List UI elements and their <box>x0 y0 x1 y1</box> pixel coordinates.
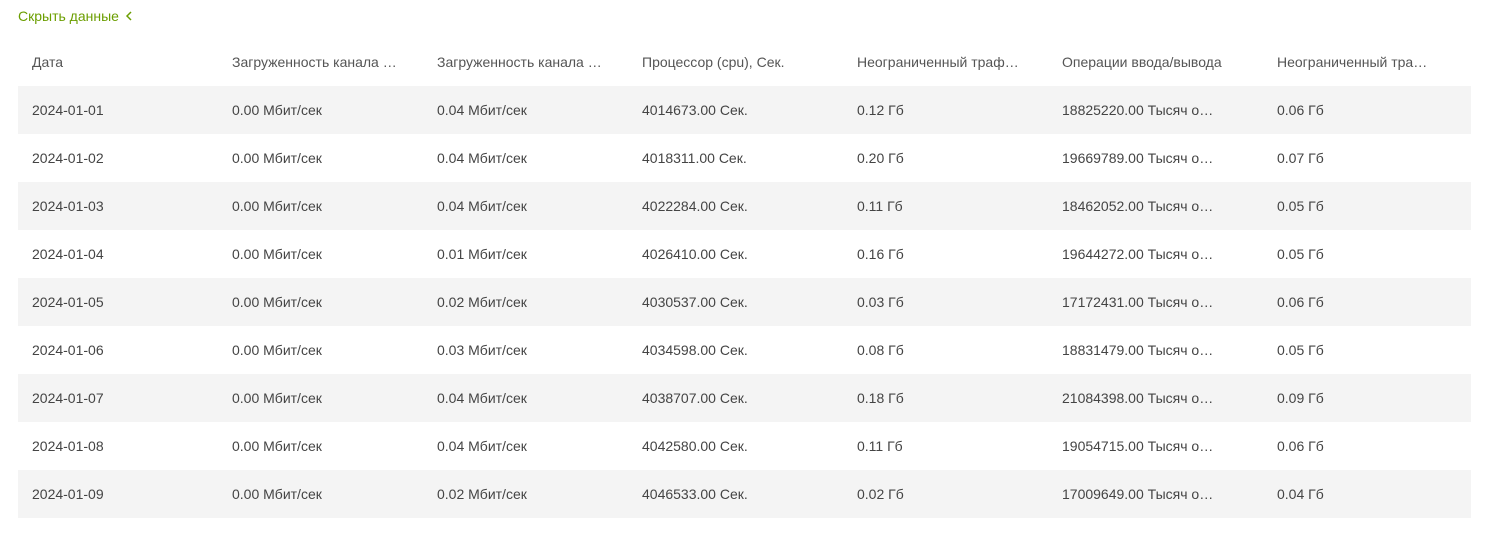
cell-cpu: 4034598.00 Сек. <box>628 326 843 374</box>
table-row: 2024-01-020.00 Мбит/сек0.04 Мбит/сек4018… <box>18 134 1471 182</box>
cell-chan_b: 0.01 Мбит/сек <box>423 230 628 278</box>
cell-chan_a: 0.00 Мбит/сек <box>218 470 423 518</box>
cell-traf_b: 0.05 Гб <box>1263 326 1471 374</box>
cell-io: 19054715.00 Тысяч о… <box>1048 422 1263 470</box>
chevron-left-icon <box>119 8 133 24</box>
table-row: 2024-01-010.00 Мбит/сек0.04 Мбит/сек4014… <box>18 86 1471 134</box>
col-header-cpu[interactable]: Процессор (cpu), Сек. <box>628 38 843 86</box>
cell-traf_a: 0.11 Гб <box>843 422 1048 470</box>
cell-chan_a: 0.00 Мбит/сек <box>218 86 423 134</box>
table-header-row: Дата Загруженность канала … Загруженност… <box>18 38 1471 86</box>
col-header-traf-b[interactable]: Неограниченный тра… <box>1263 38 1471 86</box>
cell-cpu: 4026410.00 Сек. <box>628 230 843 278</box>
cell-cpu: 4038707.00 Сек. <box>628 374 843 422</box>
cell-chan_a: 0.00 Мбит/сек <box>218 134 423 182</box>
cell-traf_b: 0.05 Гб <box>1263 182 1471 230</box>
cell-date: 2024-01-05 <box>18 278 218 326</box>
cell-io: 18831479.00 Тысяч о… <box>1048 326 1263 374</box>
cell-date: 2024-01-07 <box>18 374 218 422</box>
hide-data-toggle[interactable]: Скрыть данные <box>18 8 133 24</box>
cell-traf_a: 0.18 Гб <box>843 374 1048 422</box>
cell-date: 2024-01-04 <box>18 230 218 278</box>
table-row: 2024-01-030.00 Мбит/сек0.04 Мбит/сек4022… <box>18 182 1471 230</box>
cell-chan_a: 0.00 Мбит/сек <box>218 230 423 278</box>
cell-traf_b: 0.06 Гб <box>1263 422 1471 470</box>
cell-traf_a: 0.12 Гб <box>843 86 1048 134</box>
cell-date: 2024-01-09 <box>18 470 218 518</box>
cell-date: 2024-01-03 <box>18 182 218 230</box>
table-row: 2024-01-050.00 Мбит/сек0.02 Мбит/сек4030… <box>18 278 1471 326</box>
table-row: 2024-01-080.00 Мбит/сек0.04 Мбит/сек4042… <box>18 422 1471 470</box>
cell-traf_b: 0.09 Гб <box>1263 374 1471 422</box>
cell-cpu: 4022284.00 Сек. <box>628 182 843 230</box>
cell-date: 2024-01-06 <box>18 326 218 374</box>
cell-chan_b: 0.04 Мбит/сек <box>423 134 628 182</box>
cell-chan_b: 0.04 Мбит/сек <box>423 374 628 422</box>
cell-traf_b: 0.06 Гб <box>1263 86 1471 134</box>
cell-chan_a: 0.00 Мбит/сек <box>218 182 423 230</box>
cell-io: 21084398.00 Тысяч о… <box>1048 374 1263 422</box>
cell-date: 2024-01-08 <box>18 422 218 470</box>
cell-chan_a: 0.00 Мбит/сек <box>218 278 423 326</box>
cell-chan_b: 0.03 Мбит/сек <box>423 326 628 374</box>
cell-io: 17009649.00 Тысяч о… <box>1048 470 1263 518</box>
col-header-traf-a[interactable]: Неограниченный траф… <box>843 38 1048 86</box>
cell-cpu: 4046533.00 Сек. <box>628 470 843 518</box>
cell-date: 2024-01-01 <box>18 86 218 134</box>
cell-chan_a: 0.00 Мбит/сек <box>218 422 423 470</box>
table-row: 2024-01-070.00 Мбит/сек0.04 Мбит/сек4038… <box>18 374 1471 422</box>
cell-chan_b: 0.02 Мбит/сек <box>423 278 628 326</box>
cell-cpu: 4014673.00 Сек. <box>628 86 843 134</box>
stats-table: Дата Загруженность канала … Загруженност… <box>18 38 1471 518</box>
cell-traf_a: 0.02 Гб <box>843 470 1048 518</box>
cell-io: 19644272.00 Тысяч о… <box>1048 230 1263 278</box>
col-header-chan-b[interactable]: Загруженность канала … <box>423 38 628 86</box>
col-header-chan-a[interactable]: Загруженность канала … <box>218 38 423 86</box>
col-header-io[interactable]: Операции ввода/вывода <box>1048 38 1263 86</box>
table-row: 2024-01-040.00 Мбит/сек0.01 Мбит/сек4026… <box>18 230 1471 278</box>
cell-traf_b: 0.04 Гб <box>1263 470 1471 518</box>
table-row: 2024-01-090.00 Мбит/сек0.02 Мбит/сек4046… <box>18 470 1471 518</box>
cell-cpu: 4018311.00 Сек. <box>628 134 843 182</box>
cell-io: 17172431.00 Тысяч о… <box>1048 278 1263 326</box>
cell-traf_a: 0.11 Гб <box>843 182 1048 230</box>
cell-chan_a: 0.00 Мбит/сек <box>218 374 423 422</box>
cell-io: 18825220.00 Тысяч о… <box>1048 86 1263 134</box>
cell-chan_b: 0.04 Мбит/сек <box>423 182 628 230</box>
col-header-date[interactable]: Дата <box>18 38 218 86</box>
cell-date: 2024-01-02 <box>18 134 218 182</box>
cell-chan_b: 0.02 Мбит/сек <box>423 470 628 518</box>
cell-traf_a: 0.20 Гб <box>843 134 1048 182</box>
table-row: 2024-01-060.00 Мбит/сек0.03 Мбит/сек4034… <box>18 326 1471 374</box>
cell-traf_b: 0.06 Гб <box>1263 278 1471 326</box>
cell-cpu: 4030537.00 Сек. <box>628 278 843 326</box>
cell-traf_b: 0.07 Гб <box>1263 134 1471 182</box>
cell-traf_a: 0.16 Гб <box>843 230 1048 278</box>
cell-chan_b: 0.04 Мбит/сек <box>423 422 628 470</box>
cell-io: 19669789.00 Тысяч о… <box>1048 134 1263 182</box>
cell-io: 18462052.00 Тысяч о… <box>1048 182 1263 230</box>
cell-cpu: 4042580.00 Сек. <box>628 422 843 470</box>
cell-traf_a: 0.03 Гб <box>843 278 1048 326</box>
cell-traf_a: 0.08 Гб <box>843 326 1048 374</box>
hide-data-label: Скрыть данные <box>18 8 119 24</box>
cell-chan_b: 0.04 Мбит/сек <box>423 86 628 134</box>
cell-chan_a: 0.00 Мбит/сек <box>218 326 423 374</box>
cell-traf_b: 0.05 Гб <box>1263 230 1471 278</box>
